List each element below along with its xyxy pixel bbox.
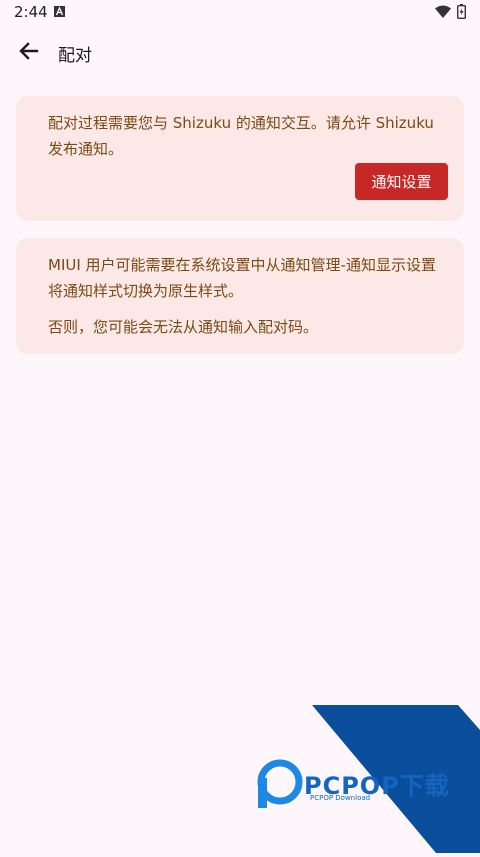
notification-permission-card: 配对过程需要您与 Shizuku 的通知交互。请允许 Shizuku 发布通知。… [16, 96, 464, 221]
status-icons [435, 4, 466, 19]
status-bar: 2:44 [0, 0, 480, 24]
page-title: 配对 [58, 46, 92, 66]
card-message: 配对过程需要您与 Shizuku 的通知交互。请允许 Shizuku 发布通知。 [48, 114, 434, 158]
app-bar: 配对 [0, 24, 480, 80]
miui-warning-text: 否则，您可能会无法从通知输入配对码。 [48, 318, 319, 336]
wifi-icon [435, 5, 451, 18]
watermark-sub: PCPOP Download [310, 794, 371, 802]
watermark: PCPOP下载 PCPOP Download [240, 700, 480, 853]
miui-hint-text: MIUI 用户可能需要在系统设置中从通知管理-通知显示设置将通知样式切换为原生样… [48, 256, 436, 300]
a-notification-icon [54, 6, 65, 17]
status-time: 2:44 [14, 3, 48, 21]
battery-icon [457, 4, 466, 19]
notification-settings-button[interactable]: 通知设置 [355, 163, 448, 200]
back-button[interactable] [10, 32, 48, 70]
miui-hint-card: MIUI 用户可能需要在系统设置中从通知管理-通知显示设置将通知样式切换为原生样… [16, 238, 464, 354]
arrow-left-icon [19, 42, 39, 60]
